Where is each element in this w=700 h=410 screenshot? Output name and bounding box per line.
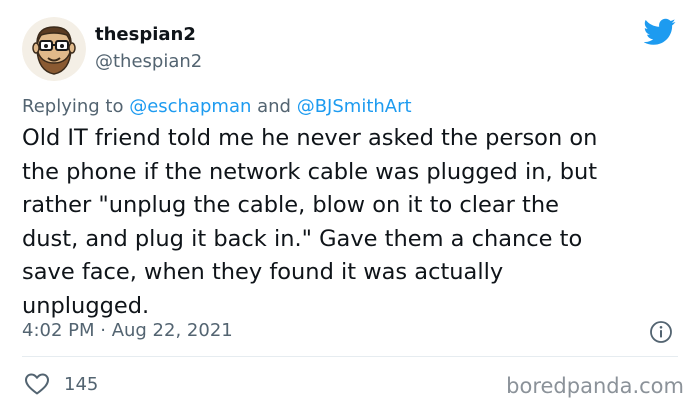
display-name[interactable]: thespian2: [95, 24, 196, 45]
mention-link[interactable]: @eschapman: [129, 96, 251, 117]
tweet-text: Old IT friend told me he never asked the…: [22, 125, 598, 319]
mention-link[interactable]: @BJSmithArt: [297, 96, 412, 117]
replying-to-prefix: Replying to: [22, 96, 130, 117]
info-icon[interactable]: [649, 320, 673, 344]
tweet-timestamp[interactable]: 4:02 PM · Aug 22, 2021: [22, 320, 233, 341]
cartoon-avatar-icon: [22, 17, 86, 81]
like-button[interactable]: 145: [24, 372, 98, 396]
replying-to-joiner: and: [251, 96, 297, 117]
avatar[interactable]: [22, 17, 86, 81]
replying-to: Replying to @eschapman and @BJSmithArt: [22, 96, 412, 117]
twitter-bird-icon: [644, 18, 676, 45]
divider: [22, 356, 678, 357]
user-handle[interactable]: @thespian2: [95, 51, 202, 72]
like-count: 145: [64, 373, 99, 395]
watermark: boredpanda.com: [506, 374, 684, 398]
heart-icon: [25, 373, 49, 395]
